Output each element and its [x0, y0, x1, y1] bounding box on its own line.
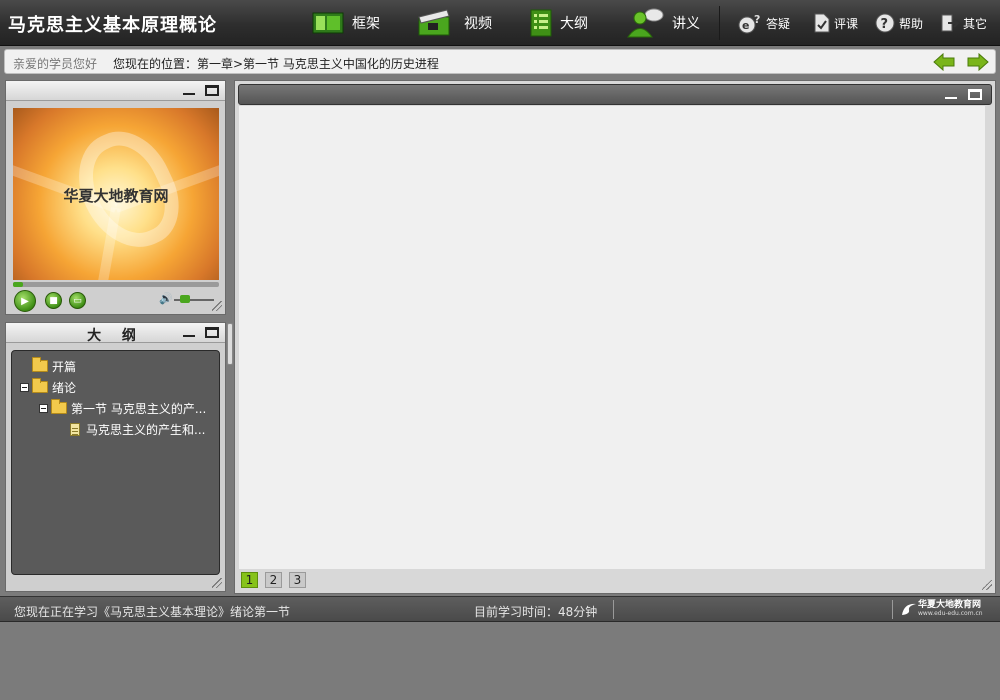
play-icon: ▶: [21, 295, 29, 307]
nav-outline-label: 大纲: [560, 16, 588, 32]
video-clapper-icon: [418, 9, 450, 36]
tree-item-opening[interactable]: 开篇: [32, 357, 76, 375]
tree-item-lesson[interactable]: 马克思主义的产生和...: [70, 420, 205, 438]
resize-grip[interactable]: [982, 580, 992, 590]
panel-splitter[interactable]: [227, 323, 233, 365]
folder-icon: [32, 357, 48, 372]
nav-framework-label: 框架: [352, 16, 380, 32]
stop-button[interactable]: ■: [45, 292, 62, 309]
help-question-icon: ?: [875, 13, 895, 33]
volume-knob[interactable]: [180, 295, 190, 303]
location-bar: 亲爱的学员您好 您现在的位置：第一章>第一节 马克思主义中国化的历史进程: [4, 49, 996, 74]
nav-lecture-label: 讲义: [672, 16, 700, 32]
page-button-2[interactable]: 2: [265, 572, 282, 588]
resize-grip[interactable]: [212, 578, 222, 588]
nav-review-label: 评课: [834, 16, 859, 31]
maximize-icon[interactable]: [205, 327, 219, 338]
video-progress-fill: [13, 282, 24, 287]
back-arrow-icon[interactable]: [933, 53, 955, 71]
nav-other-button[interactable]: 其它: [940, 6, 987, 40]
nav-lecture-button[interactable]: 讲义: [626, 6, 700, 40]
nav-qa-button[interactable]: e ? 答疑: [737, 6, 790, 40]
minimize-icon[interactable]: [944, 89, 958, 100]
nav-video-button[interactable]: 视频: [418, 6, 492, 40]
svg-text:?: ?: [881, 17, 889, 32]
play-button[interactable]: ▶: [14, 290, 36, 312]
content-panel-header: [238, 84, 992, 105]
list-outline-icon: [530, 9, 552, 37]
video-player[interactable]: 华夏大地教育网: [13, 108, 219, 280]
collapse-icon[interactable]: [39, 403, 48, 413]
resize-grip[interactable]: [212, 301, 222, 311]
layout-frame-icon: [312, 12, 344, 34]
nav-help-label: 帮助: [899, 16, 924, 31]
page-button-1[interactable]: 1: [241, 572, 258, 588]
document-icon: [70, 422, 80, 436]
outline-panel-header: 大 纲: [6, 323, 225, 344]
lecturer-person-icon: [627, 8, 664, 38]
nav-divider: [719, 6, 720, 40]
tree-item-introduction[interactable]: 绪论: [20, 378, 76, 396]
tree-item-label: 马克思主义的产生和...: [86, 422, 206, 437]
nav-other-label: 其它: [963, 16, 988, 31]
svg-text:?: ?: [754, 13, 760, 26]
folder-icon: [32, 378, 48, 393]
svg-text:e: e: [742, 19, 749, 32]
nav-framework-button[interactable]: 框架: [312, 6, 380, 40]
brand-logo: 华夏大地教育网 www.edu-edu.com.cn: [900, 600, 983, 617]
tree-item-section-1[interactable]: 第一节 马克思主义的产...: [39, 399, 206, 417]
video-panel: 华夏大地教育网 ▶ ■ ▭ 🔊: [5, 80, 226, 315]
video-progress-bar[interactable]: [13, 282, 219, 287]
fullscreen-button[interactable]: ▭: [69, 292, 86, 309]
nav-qa-label: 答疑: [766, 16, 791, 31]
maximize-icon[interactable]: [205, 85, 219, 96]
folder-icon: [51, 399, 67, 414]
qa-question-icon: e ?: [738, 13, 760, 34]
tree-item-label: 第一节 马克思主义的产...: [71, 401, 207, 416]
studying-status: 您现在正在学习《马克思主义基本理论》绪论第一节: [14, 605, 291, 619]
video-panel-header: [6, 81, 225, 101]
status-bar: 您现在正在学习《马克思主义基本理论》绪论第一节 目前学习时间：48分钟 华夏大地…: [0, 596, 1000, 622]
nav-review-button[interactable]: 评课: [813, 6, 858, 40]
brand-url: www.edu-edu.com.cn: [918, 610, 983, 617]
video-logo-text: 华夏大地教育网: [63, 187, 169, 205]
forward-arrow-icon[interactable]: [967, 53, 989, 71]
brand-name: 华夏大地教育网: [918, 600, 982, 610]
lecture-content-area: [239, 106, 985, 569]
brand-swirl-icon: [902, 603, 916, 615]
nav-help-button[interactable]: ? 帮助: [874, 6, 923, 40]
app-title: 马克思主义基本原理概论: [8, 15, 217, 36]
outline-panel: 大 纲 开篇 绪论 第一节 马克思主义的产... 马克思主义的产生和...: [5, 322, 226, 592]
breadcrumb: 您现在的位置：第一章>第一节 马克思主义中国化的历史进程: [113, 57, 439, 71]
screen-icon: ▭: [73, 295, 82, 306]
page-button-3[interactable]: 3: [289, 572, 306, 588]
content-panel: 1 2 3: [234, 80, 996, 594]
minimize-icon[interactable]: [182, 85, 196, 96]
nav-outline-button[interactable]: 大纲: [530, 6, 588, 40]
tree-item-label: 开篇: [52, 359, 77, 374]
review-document-icon: [814, 13, 830, 33]
maximize-icon[interactable]: [968, 89, 982, 100]
volume-icon[interactable]: 🔊: [159, 292, 173, 305]
outline-tree: 开篇 绪论 第一节 马克思主义的产... 马克思主义的产生和...: [11, 350, 220, 575]
tree-item-label: 绪论: [52, 380, 77, 395]
nav-video-label: 视频: [464, 16, 492, 32]
status-divider: [613, 600, 614, 619]
exit-other-icon: [941, 14, 960, 32]
study-time: 目前学习时间：48分钟: [474, 605, 598, 619]
status-divider: [892, 600, 893, 619]
stop-icon: ■: [49, 295, 58, 306]
greeting-text: 亲爱的学员您好: [13, 57, 98, 71]
collapse-icon[interactable]: [20, 382, 29, 392]
minimize-icon[interactable]: [182, 327, 196, 338]
top-bar: 马克思主义基本原理概论 框架 视频 大纲 讲义 e ? 答疑 评课 ? 帮助 其…: [0, 0, 1000, 46]
